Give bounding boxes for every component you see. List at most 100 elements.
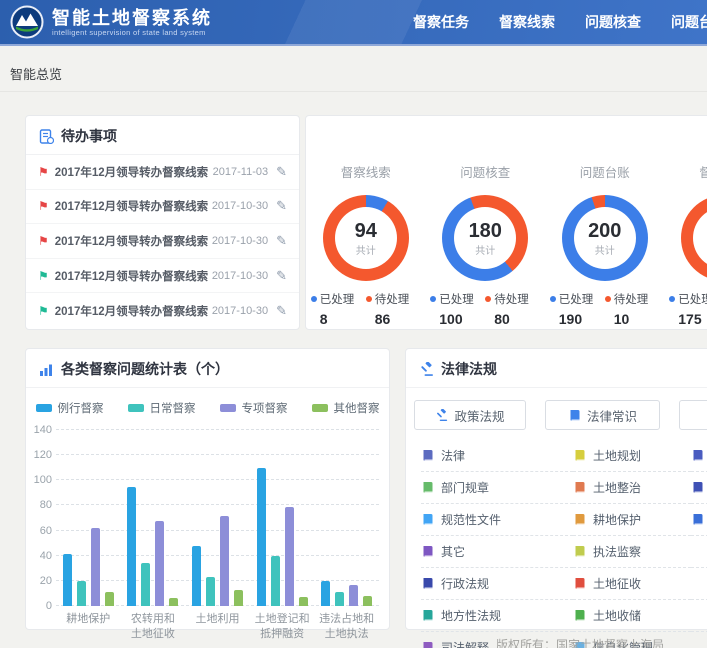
edit-pencil-icon[interactable]: ✎	[276, 233, 287, 249]
donut-center	[681, 195, 707, 281]
bar-group	[121, 430, 186, 606]
law-link[interactable]	[691, 472, 707, 504]
law-link[interactable]	[691, 440, 707, 472]
edit-pencil-icon[interactable]: ✎	[276, 268, 287, 284]
todo-row[interactable]: ⚑2017年12月领导转办督察线索2017-11-03✎	[26, 155, 299, 190]
law-link[interactable]: 地方性法规	[421, 600, 573, 632]
bar-legend-item[interactable]: 日常督察	[128, 400, 196, 416]
donut-series-value: 100	[430, 311, 485, 327]
bar-chart-legend: 例行督察 日常督察 专项督察 其他督察	[26, 400, 389, 416]
law-link[interactable]: 耕地保护	[573, 504, 691, 536]
todo-item-text: 2017年12月领导转办督察线索	[55, 268, 208, 284]
bar	[206, 577, 215, 606]
bar	[169, 598, 178, 606]
bar-group	[314, 430, 379, 606]
bar	[299, 597, 308, 606]
bar	[285, 507, 294, 606]
law-link[interactable]: 土地收储	[573, 600, 691, 632]
legend-dot-icon	[669, 296, 675, 302]
law-link[interactable]: 部门规章	[421, 472, 573, 504]
y-axis-label: 100	[28, 474, 52, 486]
law-button-0[interactable]: 政策法规	[414, 400, 526, 430]
law-link[interactable]: 土地征收	[573, 568, 691, 600]
donut-total-value: 94	[355, 220, 377, 242]
law-link-label: 土地整治	[593, 479, 641, 496]
donut-values: 19010	[550, 311, 660, 327]
policy-gavel-icon	[435, 409, 448, 422]
bar-legend-item[interactable]: 例行督察	[36, 400, 104, 416]
bar-legend-item[interactable]: 专项督察	[220, 400, 288, 416]
law-link[interactable]	[691, 504, 707, 536]
todo-panel-title: 待办事项	[61, 126, 117, 146]
law-link[interactable]: 执法监察	[573, 536, 691, 568]
legend-swatch-icon	[220, 404, 236, 412]
law-link-label: 其它	[441, 543, 465, 560]
donut-title: 督察线索	[341, 162, 391, 181]
todo-row[interactable]: ⚑2017年12月领导转办督察线索2017-10-30✎	[26, 190, 299, 225]
law-link-label: 土地收储	[593, 607, 641, 624]
copyright-footer: 版权所有：国家土地督察上海局	[430, 636, 707, 648]
donut-total-value: 180	[469, 220, 502, 242]
todo-row[interactable]: ⚑ 2017年12月领导转办督察线索 2017-10-30 ✎	[26, 259, 299, 294]
nav-item-3[interactable]: 问题台账	[671, 12, 707, 32]
law-book-icon	[573, 545, 586, 558]
todo-item-text: 2017年12月领导转办督察线索	[55, 198, 208, 214]
y-axis-label: 60	[28, 525, 52, 537]
donut-values: 886	[311, 311, 421, 327]
law-book-icon	[573, 609, 586, 622]
nav-item-0[interactable]: 督察任务	[413, 12, 469, 32]
donut-legend-item: 已处理	[430, 291, 485, 307]
edit-pencil-icon[interactable]: ✎	[276, 303, 287, 319]
law-link-label: 执法监察	[593, 543, 641, 560]
todo-item-date: 2017-10-30	[212, 270, 268, 282]
law-link[interactable]: 行政法规	[421, 568, 573, 600]
law-link-label: 耕地保护	[593, 511, 641, 528]
nav-item-1[interactable]: 督察线索	[499, 12, 555, 32]
law-link[interactable]: 土地规划	[573, 440, 691, 472]
donut-legend-item: 已处理	[550, 291, 605, 307]
bar-legend-item[interactable]: 其他督察	[312, 400, 380, 416]
donut-stat-3: 督察任务已处理待处理175	[665, 116, 707, 327]
flag-icon: ⚑	[38, 270, 49, 282]
law-book-icon	[421, 449, 434, 462]
donut-stat-2: 问题台账 200共计已处理待处理 19010	[545, 116, 665, 327]
donut-stat-0: 督察线索94共计已处理待处理886	[306, 116, 426, 327]
todo-panel-header: 待办事项	[26, 116, 299, 155]
bar	[192, 546, 201, 606]
donut-total-value: 200	[588, 220, 621, 242]
law-link[interactable]: 规范性文件	[421, 504, 573, 536]
law-grid: 法律土地规划部门规章 土地整治规范性文件 耕地保护其它 执法监察行政法规土地征收地方性…	[406, 440, 707, 648]
law-cell-empty	[691, 536, 707, 568]
bar	[363, 596, 372, 606]
todo-row[interactable]: ⚑2017年12月领导转办督察线索2017-10-30✎	[26, 224, 299, 259]
law-book-icon	[421, 481, 434, 494]
todo-list-icon	[39, 129, 54, 144]
y-axis-label: 20	[28, 575, 52, 587]
nav-item-2[interactable]: 问题核查	[585, 12, 641, 32]
law-button-1[interactable]: 法律常识	[545, 400, 660, 430]
law-book-icon	[691, 481, 704, 494]
law-book-icon	[691, 449, 704, 462]
legend-dot-icon	[366, 296, 372, 302]
law-link[interactable]: 法律	[421, 440, 573, 472]
donut-values: 10080	[430, 311, 540, 327]
donut-center: 200共计	[562, 195, 648, 281]
edit-pencil-icon[interactable]: ✎	[276, 164, 287, 180]
todo-item-date: 2017-10-30	[212, 305, 268, 317]
edit-pencil-icon[interactable]: ✎	[276, 198, 287, 214]
todo-item-date: 2017-10-30	[212, 235, 268, 247]
donut-legend-item: 待处理	[605, 291, 660, 307]
law-link[interactable]: 其它	[421, 536, 573, 568]
app-title: 智能土地督察系统	[52, 8, 212, 28]
breadcrumb: 智能总览	[10, 64, 62, 83]
app-subtitle: intelligent supervision of state land sy…	[52, 28, 212, 37]
law-button-2[interactable]	[679, 400, 707, 430]
laws-panel-title: 法律法规	[441, 359, 497, 379]
bar	[105, 592, 114, 606]
donut-title: 问题台账	[580, 162, 630, 181]
bar-group	[250, 430, 315, 606]
donut-title: 问题核查	[460, 162, 510, 181]
law-cell-empty	[691, 600, 707, 632]
law-link[interactable]: 土地整治	[573, 472, 691, 504]
todo-row[interactable]: ⚑2017年12月领导转办督察线索2017-10-30✎	[26, 293, 299, 328]
